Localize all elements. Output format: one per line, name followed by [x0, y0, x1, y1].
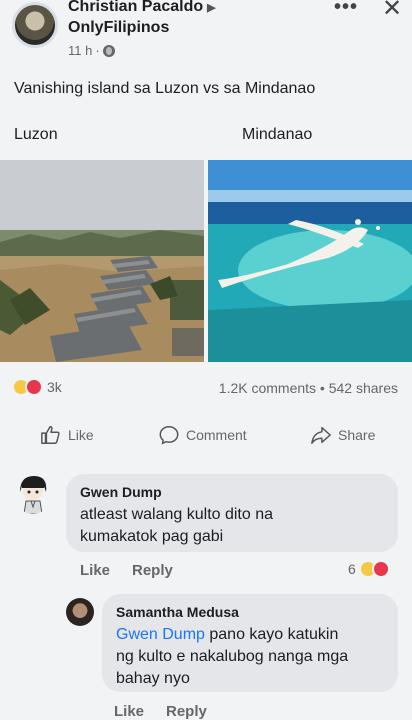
comment-like-button[interactable]: Like	[80, 562, 110, 579]
author-line: Christian Pacaldo ▶	[68, 0, 216, 16]
comment-text: atleast walang kulto dito na kumakatok p…	[80, 504, 273, 548]
commenter-avatar[interactable]	[14, 474, 52, 514]
post-time[interactable]: 11 h	[68, 43, 92, 58]
love-reaction-icon	[25, 378, 43, 396]
more-options-icon[interactable]: •••	[334, 0, 358, 19]
sandbar-image	[208, 160, 412, 362]
commenter-name[interactable]: Gwen Dump	[80, 484, 162, 500]
share-button[interactable]: Share	[310, 424, 375, 446]
dot-separator: ·	[95, 43, 100, 58]
comment-label: Comment	[186, 427, 247, 443]
globe-icon	[102, 44, 115, 57]
flood-photo[interactable]	[0, 160, 204, 362]
share-label: Share	[338, 427, 376, 443]
arrow-right-icon: ▶	[207, 2, 216, 14]
sandbar-photo[interactable]	[208, 160, 412, 362]
comment-icon	[159, 426, 179, 445]
post-text: Vanishing island sa Luzon vs sa Mindanao	[14, 80, 316, 97]
close-icon[interactable]: ✕	[382, 0, 402, 23]
reply-bubble: Samantha Medusa Gwen Dump pano kayo katu…	[102, 594, 398, 692]
reply-line: Gwen Dump pano kayo katukin	[116, 624, 348, 646]
like-button[interactable]: Like	[40, 424, 94, 446]
flood-image	[0, 160, 204, 362]
reaction-summary[interactable]: 3k	[12, 378, 62, 396]
post-stats[interactable]: 1.2K comments • 542 shares	[219, 380, 398, 396]
comment-line: atleast walang kulto dito na	[80, 506, 274, 523]
share-icon	[311, 426, 331, 444]
mention-tag[interactable]: Gwen Dump	[116, 626, 205, 643]
reply-line-rest: pano kayo katukin	[204, 626, 339, 643]
comment-reaction-count: 6	[348, 561, 356, 577]
like-label: Like	[68, 427, 94, 443]
label-mindanao: Mindanao	[242, 126, 313, 143]
comment-bubble: Gwen Dump atleast walang kulto dito na k…	[66, 474, 398, 552]
comment-reply-button[interactable]: Reply	[132, 562, 173, 579]
reply-reply-button[interactable]: Reply	[166, 703, 207, 720]
replier-avatar[interactable]	[66, 598, 94, 626]
author-avatar[interactable]	[12, 2, 58, 48]
action-bar: Like Comment Share	[0, 424, 412, 456]
reply-text: Gwen Dump pano kayo katukin ng kulto e n…	[116, 624, 348, 690]
replier-name[interactable]: Samantha Medusa	[116, 604, 239, 620]
author-name[interactable]: Christian Pacaldo	[68, 0, 203, 15]
reaction-count: 3k	[47, 379, 62, 395]
love-reaction-icon	[371, 560, 390, 578]
post-meta: 11 h ·	[68, 43, 115, 58]
thumbs-up-icon	[41, 426, 60, 444]
reply-line: bahay nyo	[116, 670, 190, 687]
comment-button[interactable]: Comment	[158, 424, 247, 446]
comment-reactions[interactable]: 6	[348, 560, 390, 578]
label-luzon: Luzon	[14, 126, 58, 143]
cartoon-avatar-image	[14, 474, 52, 514]
reply-like-button[interactable]: Like	[114, 703, 144, 720]
post-header: Christian Pacaldo ▶ OnlyFilipinos 11 h · …	[0, 0, 412, 68]
group-name[interactable]: OnlyFilipinos	[68, 19, 169, 37]
comment-line: kumakatok pag gabi	[80, 528, 224, 545]
reply-line: ng kulto e nakalubog nanga mga	[116, 648, 349, 665]
